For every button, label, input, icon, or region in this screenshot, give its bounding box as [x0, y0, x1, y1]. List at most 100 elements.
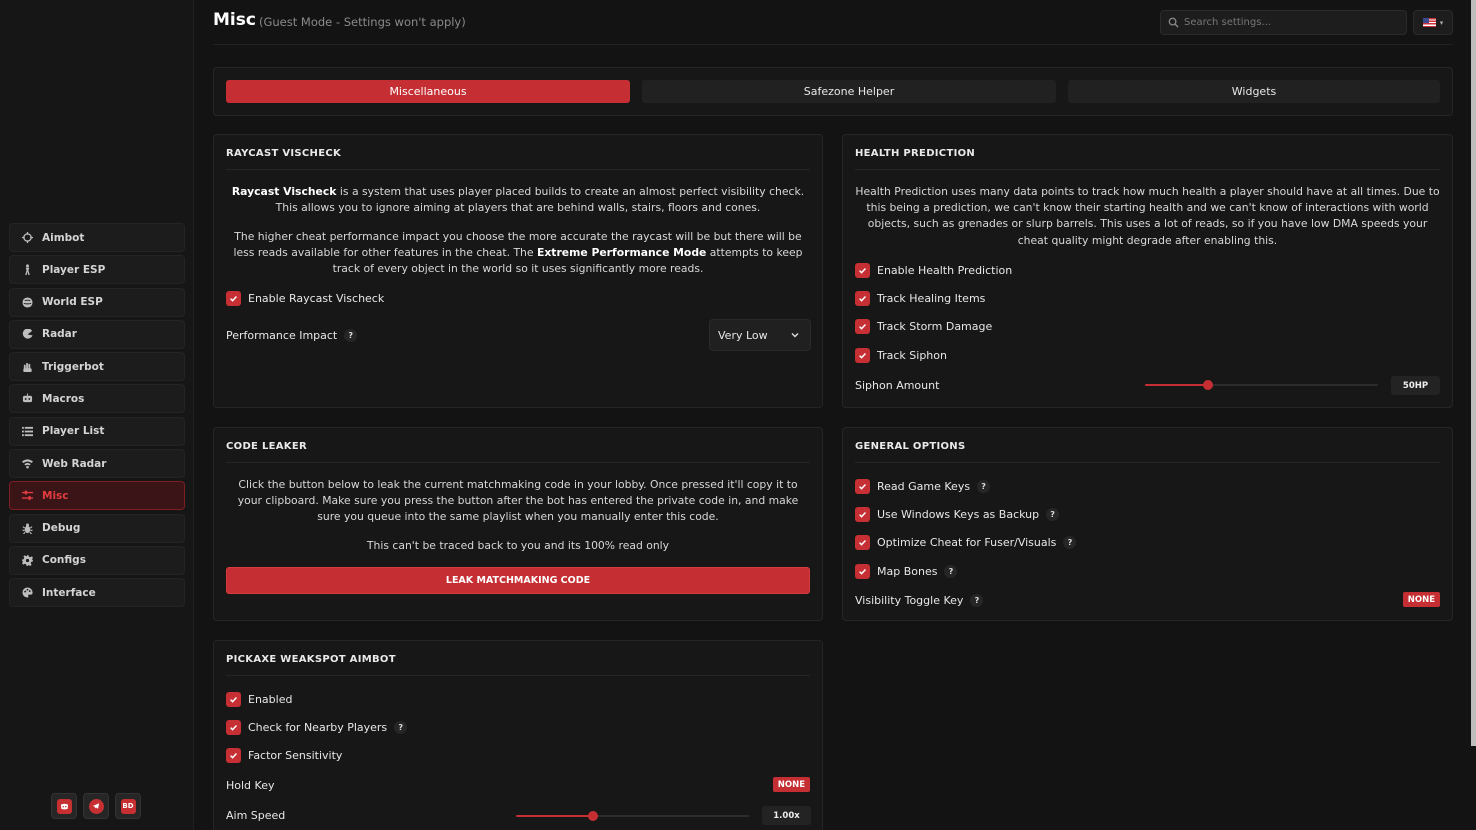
- bd-logo: BD: [120, 798, 136, 814]
- discord-button[interactable]: [51, 793, 77, 819]
- tab-widgets[interactable]: Widgets: [1068, 80, 1440, 103]
- palette-icon: [20, 586, 34, 600]
- factor-sensitivity-checkbox[interactable]: [226, 748, 241, 764]
- sidebar-item-radar[interactable]: Radar: [9, 319, 185, 349]
- sidebar-item-aimbot[interactable]: Aimbot: [9, 223, 185, 252]
- sidebar-item-world-esp[interactable]: World ESP: [9, 287, 185, 317]
- checkmark-icon: [859, 267, 866, 274]
- list-icon: [20, 424, 34, 438]
- scrollbar[interactable]: [1471, 0, 1476, 746]
- sidebar-item-player-list[interactable]: Player List: [9, 416, 185, 446]
- sidebar-item-label: Macros: [42, 392, 85, 405]
- visibility-toggle-key-button[interactable]: NONE: [1402, 592, 1440, 607]
- app-window: Aimbot Player ESP World ESP Radar Triggerbot…: [0, 0, 1476, 830]
- hold-key-row: Hold Key: [226, 776, 810, 794]
- health-prediction-panel: HEALTH PREDICTION Health Prediction uses…: [842, 134, 1453, 408]
- aim-speed-slider[interactable]: [516, 811, 749, 821]
- search-input[interactable]: [1184, 17, 1394, 28]
- track-healing-items-row[interactable]: Track Healing Items: [855, 289, 1440, 307]
- language-selector[interactable]: ▾: [1413, 10, 1453, 35]
- slider-thumb[interactable]: [1202, 380, 1213, 390]
- divider: [855, 462, 1440, 463]
- visibility-toggle-label: Visibility Toggle Key: [855, 593, 964, 607]
- sidebar-item-macros[interactable]: Macros: [9, 384, 185, 414]
- enabled-row[interactable]: Enabled: [226, 690, 810, 708]
- help-icon[interactable]: ?: [970, 593, 984, 607]
- us-flag-icon: [1422, 18, 1436, 27]
- discord-icon: [56, 798, 72, 814]
- track-storm-damage-checkbox[interactable]: [855, 319, 870, 335]
- performance-impact-dropdown[interactable]: Very Low: [709, 319, 811, 351]
- sidebar-item-web-radar[interactable]: Web Radar: [9, 449, 185, 479]
- checkbox-label: Enable Health Prediction: [877, 263, 1013, 277]
- checkmark-icon: [230, 696, 237, 703]
- track-siphon-checkbox[interactable]: [855, 347, 870, 363]
- code-leaker-description: Click the button below to leak the curre…: [237, 478, 799, 524]
- tab-bar: Miscellaneous Safezone Helper Widgets: [213, 67, 1453, 116]
- factor-sensitivity-row[interactable]: Factor Sensitivity: [226, 747, 810, 765]
- divider: [855, 169, 1440, 170]
- slider-thumb[interactable]: [587, 811, 598, 821]
- read-game-keys-row[interactable]: Read Game Keys?: [855, 477, 1440, 495]
- siphon-amount-value[interactable]: 50HP: [1391, 376, 1440, 395]
- dropdown-value: Very Low: [718, 328, 768, 342]
- track-siphon-row[interactable]: Track Siphon: [855, 346, 1440, 364]
- track-healing-items-checkbox[interactable]: [855, 290, 870, 306]
- help-icon[interactable]: ?: [344, 328, 358, 342]
- panel-title: HEALTH PREDICTION: [855, 148, 976, 159]
- enabled-checkbox[interactable]: [226, 691, 241, 707]
- help-icon[interactable]: ?: [944, 564, 958, 578]
- divider: [226, 675, 810, 676]
- person-icon: [20, 263, 34, 277]
- use-windows-keys-as-backup-checkbox[interactable]: [855, 506, 870, 522]
- sidebar-item-debug[interactable]: Debug: [9, 513, 185, 543]
- performance-impact-label: Performance Impact: [226, 328, 338, 342]
- radar-icon: [20, 327, 34, 341]
- checkbox-label: Track Healing Items: [877, 291, 986, 305]
- optimize-cheat-for-fuser-visuals-checkbox[interactable]: [855, 535, 870, 551]
- read-game-keys-checkbox[interactable]: [855, 478, 870, 494]
- sidebar-item-triggerbot[interactable]: Triggerbot: [9, 352, 185, 382]
- aim-speed-value[interactable]: 1.00x: [762, 806, 811, 825]
- sidebar-item-player-esp[interactable]: Player ESP: [9, 255, 185, 285]
- code-leaker-note: This can't be traced back to you and its…: [366, 539, 670, 552]
- check-for-nearby-players-row[interactable]: Check for Nearby Players?: [226, 718, 810, 736]
- checkbox-label: Check for Nearby Players: [248, 720, 388, 734]
- raycast-performance-description: The higher cheat performance impact you …: [233, 230, 803, 276]
- hold-key-button[interactable]: NONE: [772, 777, 810, 792]
- sidebar-item-interface[interactable]: Interface: [9, 578, 185, 608]
- help-icon[interactable]: ?: [1046, 507, 1060, 521]
- help-icon[interactable]: ?: [394, 720, 408, 734]
- track-storm-damage-row[interactable]: Track Storm Damage: [855, 318, 1440, 336]
- sidebar-item-label: Interface: [42, 586, 96, 599]
- siphon-amount-slider[interactable]: [1145, 380, 1378, 390]
- enable-raycast-row[interactable]: Enable Raycast Vischeck: [226, 289, 810, 307]
- tab-safezone-helper[interactable]: Safezone Helper: [642, 80, 1056, 103]
- enable-health-prediction-checkbox[interactable]: [855, 262, 870, 278]
- help-icon[interactable]: ?: [1063, 536, 1077, 550]
- use-windows-keys-as-backup-row[interactable]: Use Windows Keys as Backup?: [855, 505, 1440, 523]
- map-bones-row[interactable]: Map Bones?: [855, 562, 1440, 580]
- enable-health-prediction-row[interactable]: Enable Health Prediction: [855, 261, 1440, 279]
- health-description: Health Prediction uses many data points …: [855, 185, 1440, 247]
- optimize-cheat-for-fuser-visuals-row[interactable]: Optimize Cheat for Fuser/Visuals?: [855, 534, 1440, 552]
- social-links: BD: [51, 793, 141, 819]
- leak-matchmaking-code-button[interactable]: LEAK MATCHMAKING CODE: [226, 567, 810, 594]
- sidebar-item-configs[interactable]: Configs: [9, 545, 185, 575]
- checkmark-icon: [859, 483, 866, 490]
- divider: [226, 462, 810, 463]
- sidebar-item-misc[interactable]: Misc: [9, 481, 185, 511]
- telegram-button[interactable]: [83, 793, 109, 819]
- bd-button[interactable]: BD: [115, 793, 141, 819]
- help-icon[interactable]: ?: [977, 479, 991, 493]
- search-box[interactable]: [1160, 10, 1407, 35]
- checkbox-label: Map Bones: [877, 564, 938, 578]
- enable-raycast-checkbox[interactable]: [226, 290, 241, 306]
- panel-title: GENERAL OPTIONS: [855, 441, 966, 452]
- tab-miscellaneous[interactable]: Miscellaneous: [226, 80, 630, 103]
- check-for-nearby-players-checkbox[interactable]: [226, 719, 241, 735]
- map-bones-checkbox[interactable]: [855, 563, 870, 579]
- sidebar: Aimbot Player ESP World ESP Radar Triggerbot…: [0, 0, 194, 830]
- sliders-icon: [20, 489, 34, 503]
- checkbox-label: Use Windows Keys as Backup: [877, 507, 1040, 521]
